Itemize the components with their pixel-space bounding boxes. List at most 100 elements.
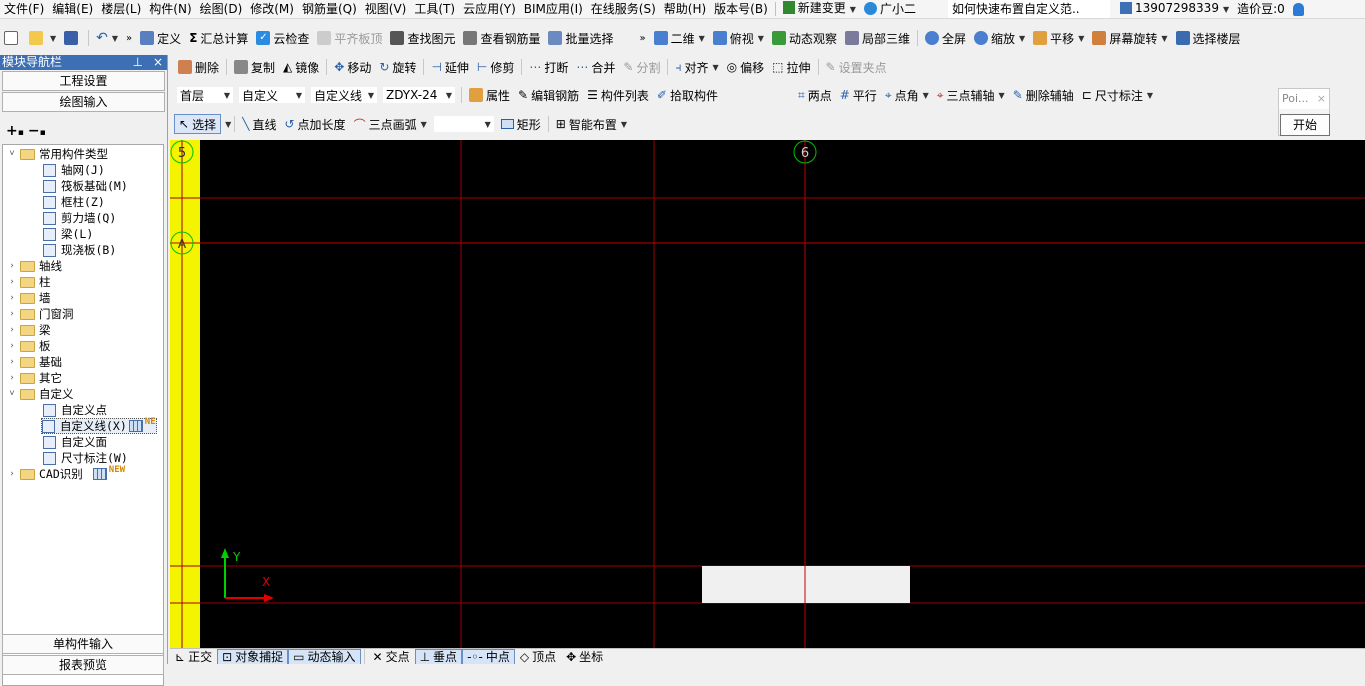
smart-layout-button[interactable]: ⊞ 智能布置 ▼: [552, 114, 631, 134]
menu-help[interactable]: 帮助(H): [660, 0, 710, 18]
menu-element[interactable]: 构件(N): [145, 0, 195, 18]
object-snap-toggle[interactable]: ⊡ 对象捕捉: [217, 649, 289, 664]
zoom-button[interactable]: 缩放 ▼: [970, 28, 1029, 48]
intersect-toggle[interactable]: ✕ 交点: [368, 649, 415, 665]
midpoint-toggle[interactable]: -◦- 中点: [462, 649, 515, 664]
point-length-button[interactable]: ↺ 点加长度: [280, 114, 349, 134]
new-file-button[interactable]: [0, 28, 25, 48]
pan-button[interactable]: 平移 ▼: [1029, 28, 1088, 48]
tree-node-common-child[interactable]: 现浇板(B): [43, 242, 116, 258]
point-angle-button[interactable]: ⌖ 点角 ▼: [881, 85, 933, 105]
expand-all-icon[interactable]: +▪: [6, 123, 24, 139]
menu-modify[interactable]: 修改(M): [246, 0, 298, 18]
set-grip-button[interactable]: ✎ 设置夹点: [822, 57, 891, 77]
edit-rebar-button[interactable]: ✎ 编辑钢筋: [514, 85, 583, 105]
expand-chevron-icon[interactable]: ›: [7, 354, 17, 370]
find-element-button[interactable]: 查找图元: [386, 28, 459, 48]
menu-version[interactable]: 版本号(B): [710, 0, 772, 18]
tree-node-folder[interactable]: › 柱: [7, 274, 50, 290]
tree-node-cad[interactable]: › CAD识别 NEW: [7, 465, 125, 482]
sum-calc-button[interactable]: Σ 汇总计算: [185, 28, 252, 48]
save-button[interactable]: [60, 28, 85, 48]
report-preview-section[interactable]: 报表预览: [2, 655, 164, 675]
tree-node-common-child[interactable]: 筏板基础(M): [43, 178, 128, 194]
move-button[interactable]: ✥ 移动: [330, 57, 375, 77]
rotate-button[interactable]: ↻ 旋转: [375, 57, 420, 77]
tree-node-folder[interactable]: › 基础: [7, 354, 62, 370]
start-button[interactable]: 开始: [1280, 114, 1330, 136]
new-change-button[interactable]: 新建变更 ▼: [779, 0, 860, 18]
select-floor-button[interactable]: 选择楼层: [1172, 28, 1245, 48]
user-account[interactable]: 13907298339 ▼: [1116, 0, 1233, 18]
properties-button[interactable]: 属性: [465, 85, 514, 105]
coordinate-toggle[interactable]: ✥ 坐标: [561, 649, 608, 665]
tree-node-custom-child[interactable]: 自定义点: [43, 402, 107, 418]
tree-node-common-child[interactable]: 轴网(J): [43, 162, 105, 178]
delete-button[interactable]: 删除: [174, 57, 223, 77]
flat-slab-top-button[interactable]: 平齐板顶: [313, 28, 386, 48]
element-list-button[interactable]: ☰ 构件列表: [583, 85, 653, 105]
cloud-check-button[interactable]: ✓ 云检查: [252, 28, 313, 48]
tree-node-folder[interactable]: › 梁: [7, 322, 50, 338]
undo-button[interactable]: ↶ ▼: [92, 28, 122, 48]
delete-aux-button[interactable]: ✎ 删除辅轴: [1009, 85, 1078, 105]
expand-chevron-icon[interactable]: ›: [7, 258, 17, 274]
select-button[interactable]: ↖ 选择: [174, 114, 222, 134]
batch-select-button[interactable]: 批量选择: [544, 28, 617, 48]
open-file-button[interactable]: ▼: [25, 28, 60, 48]
menu-online[interactable]: 在线服务(S): [587, 0, 660, 18]
toolbar-overflow[interactable]: »: [122, 28, 136, 48]
rect-button[interactable]: 矩形: [497, 114, 545, 134]
expand-chevron-icon[interactable]: ›: [7, 322, 17, 338]
assistant-button[interactable]: 广小二: [860, 0, 920, 18]
mirror-button[interactable]: ◭ 镜像: [279, 57, 323, 77]
drawing-input-section[interactable]: 绘图输入: [2, 92, 165, 112]
tree-node-common-child[interactable]: 框柱(Z): [43, 194, 105, 210]
arc-option-select[interactable]: ▼: [432, 115, 495, 133]
copy-button[interactable]: 复制: [230, 57, 279, 77]
expand-chevron-icon[interactable]: ›: [7, 338, 17, 354]
menu-cloud[interactable]: 云应用(Y): [459, 0, 520, 18]
single-element-section[interactable]: 单构件输入: [2, 634, 164, 654]
view-rebar-button[interactable]: 查看钢筋量: [459, 28, 544, 48]
chevron-down-icon[interactable]: ▼: [225, 120, 231, 129]
view-2d-button[interactable]: 二维 ▼: [650, 28, 709, 48]
ortho-toggle[interactable]: ⊾ 正交: [170, 649, 217, 665]
three-point-aux-button[interactable]: ⌖ 三点辅轴 ▼: [933, 85, 1009, 105]
tree-node-common[interactable]: ˅ 常用构件类型: [7, 146, 108, 162]
offset-button[interactable]: ◎ 偏移: [723, 57, 769, 77]
screen-rotate-button[interactable]: 屏幕旋转 ▼: [1088, 28, 1171, 48]
menu-file[interactable]: 文件(F): [0, 0, 48, 18]
project-settings-section[interactable]: 工程设置: [2, 71, 165, 91]
tree-node-custom-child[interactable]: 自定义面: [43, 434, 107, 450]
break-button[interactable]: ⋯ 打断: [525, 57, 572, 77]
menu-floor[interactable]: 楼层(L): [97, 0, 145, 18]
menu-tools[interactable]: 工具(T): [410, 0, 459, 18]
element-name-select[interactable]: ZDYX-24 ▼: [382, 86, 456, 104]
tree-node-folder[interactable]: › 其它: [7, 370, 62, 386]
perpendicular-toggle[interactable]: ⊥ 垂点: [414, 649, 463, 664]
top-view-button[interactable]: 俯视 ▼: [709, 28, 768, 48]
split-button[interactable]: ✎ 分割: [619, 57, 664, 77]
help-search-box[interactable]: 如何快速布置自定义范..: [947, 0, 1110, 18]
menu-rebar[interactable]: 钢筋量(Q): [298, 0, 361, 18]
tree-node-custom[interactable]: ˅ 自定义: [7, 386, 73, 402]
tree-node-folder[interactable]: › 门窗洞: [7, 306, 73, 322]
dynamic-view-button[interactable]: 动态观察: [768, 28, 841, 48]
menu-edit[interactable]: 编辑(E): [48, 0, 97, 18]
two-points-button[interactable]: ⌗ 两点: [794, 85, 836, 105]
toolbar-overflow[interactable]: »: [635, 28, 649, 48]
three-point-arc-button[interactable]: ⌒ 三点画弧 ▼: [350, 114, 431, 134]
collapse-all-icon[interactable]: −▪: [28, 123, 46, 139]
tree-node-folder[interactable]: › 板: [7, 338, 50, 354]
floor-select[interactable]: 首层 ▼: [176, 86, 234, 104]
extend-button[interactable]: ⊣ 延伸: [427, 57, 472, 77]
expand-chevron-icon[interactable]: ›: [7, 274, 17, 290]
close-icon[interactable]: ×: [153, 55, 163, 69]
collapse-chevron-icon[interactable]: ˅: [7, 386, 17, 402]
expand-chevron-icon[interactable]: ›: [7, 466, 17, 482]
menu-draw[interactable]: 绘图(D): [196, 0, 247, 18]
parallel-button[interactable]: # 平行: [836, 85, 881, 105]
tree-node-custom-child[interactable]: 自定义线(X) NE: [41, 417, 157, 434]
expand-chevron-icon[interactable]: ›: [7, 306, 17, 322]
